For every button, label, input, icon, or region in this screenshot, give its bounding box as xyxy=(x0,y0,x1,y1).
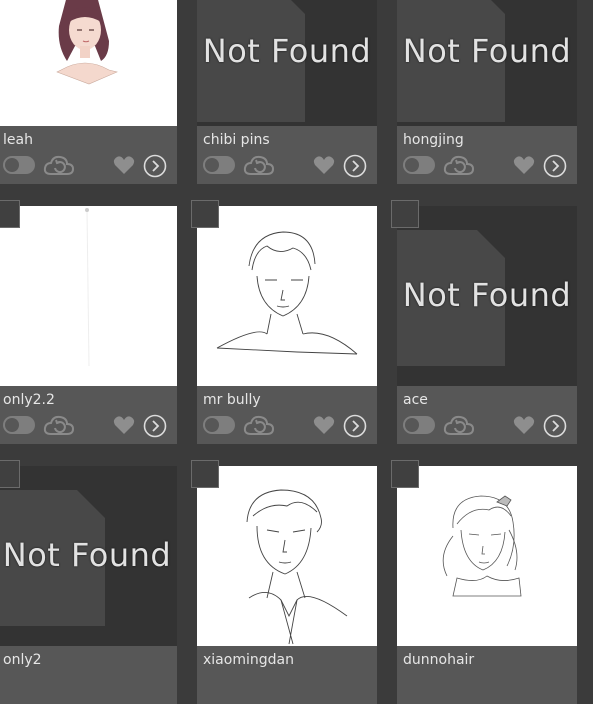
card-info-bar: leah xyxy=(0,126,177,184)
card-info-bar: xiaomingdan xyxy=(197,646,377,704)
toggle-icon[interactable] xyxy=(203,156,235,174)
select-checkbox[interactable] xyxy=(191,200,219,228)
card-title: only2.2 xyxy=(3,392,55,408)
select-checkbox[interactable] xyxy=(0,460,20,488)
thumbnail-only2[interactable]: Not Found xyxy=(0,466,177,646)
not-found-text: Not Found xyxy=(2,536,172,574)
thumbnail-mr-bully[interactable] xyxy=(197,206,377,386)
thumbnail-hongjing[interactable]: Not Found xyxy=(397,0,577,126)
thumbnail-leah[interactable] xyxy=(0,0,177,126)
card-title: dunnohair xyxy=(403,652,475,668)
heart-icon[interactable] xyxy=(313,414,335,436)
heart-icon[interactable] xyxy=(313,154,335,176)
chevron-right-circle-icon[interactable] xyxy=(343,154,367,178)
toggle-icon[interactable] xyxy=(403,156,435,174)
card-info-bar: chibi pins xyxy=(197,126,377,184)
card-info-bar: only2.2 xyxy=(0,386,177,444)
portrait-image xyxy=(56,0,118,85)
sketch-image xyxy=(216,231,358,355)
not-found-text: Not Found xyxy=(402,276,572,314)
cloud-sync-icon[interactable] xyxy=(243,154,275,176)
card-title: mr bully xyxy=(203,392,261,408)
blank-canvas-image xyxy=(85,208,90,367)
thumbnail-dunnohair[interactable] xyxy=(397,466,577,646)
cloud-sync-icon[interactable] xyxy=(443,414,475,436)
thumbnail-xiaomingdan[interactable] xyxy=(197,466,377,646)
thumbnail-chibi-pins[interactable]: Not Found xyxy=(197,0,377,126)
card-info-bar: mr bully xyxy=(197,386,377,444)
cloud-sync-icon[interactable] xyxy=(43,154,75,176)
card-info-bar: hongjing xyxy=(397,126,577,184)
thumbnail-ace[interactable]: Not Found xyxy=(397,206,577,386)
chevron-right-circle-icon[interactable] xyxy=(143,154,167,178)
card-title: chibi pins xyxy=(203,132,270,148)
select-checkbox[interactable] xyxy=(391,460,419,488)
not-found-text: Not Found xyxy=(402,32,572,70)
sketch-image xyxy=(442,495,522,597)
cloud-sync-icon[interactable] xyxy=(43,414,75,436)
heart-icon[interactable] xyxy=(513,154,535,176)
chevron-right-circle-icon[interactable] xyxy=(343,414,367,438)
select-checkbox[interactable] xyxy=(191,460,219,488)
chevron-right-circle-icon[interactable] xyxy=(143,414,167,438)
card-title: ace xyxy=(403,392,428,408)
toggle-icon[interactable] xyxy=(3,156,35,174)
card-info-bar: dunnohair xyxy=(397,646,577,704)
card-info-bar: only2 xyxy=(0,646,177,704)
toggle-icon[interactable] xyxy=(203,416,235,434)
card-title: leah xyxy=(3,132,33,148)
select-checkbox[interactable] xyxy=(0,200,20,228)
thumbnail-only2-2[interactable] xyxy=(0,206,177,386)
cloud-sync-icon[interactable] xyxy=(243,414,275,436)
toggle-icon[interactable] xyxy=(3,416,35,434)
card-title: xiaomingdan xyxy=(203,652,294,668)
chevron-right-circle-icon[interactable] xyxy=(543,414,567,438)
cloud-sync-icon[interactable] xyxy=(443,154,475,176)
toggle-icon[interactable] xyxy=(403,416,435,434)
chevron-right-circle-icon[interactable] xyxy=(543,154,567,178)
heart-icon[interactable] xyxy=(113,414,135,436)
card-info-bar: ace xyxy=(397,386,577,444)
heart-icon[interactable] xyxy=(513,414,535,436)
card-title: hongjing xyxy=(403,132,464,148)
card-title: only2 xyxy=(3,652,42,668)
sketch-image xyxy=(246,489,348,645)
select-checkbox[interactable] xyxy=(391,200,419,228)
heart-icon[interactable] xyxy=(113,154,135,176)
not-found-text: Not Found xyxy=(202,32,372,70)
